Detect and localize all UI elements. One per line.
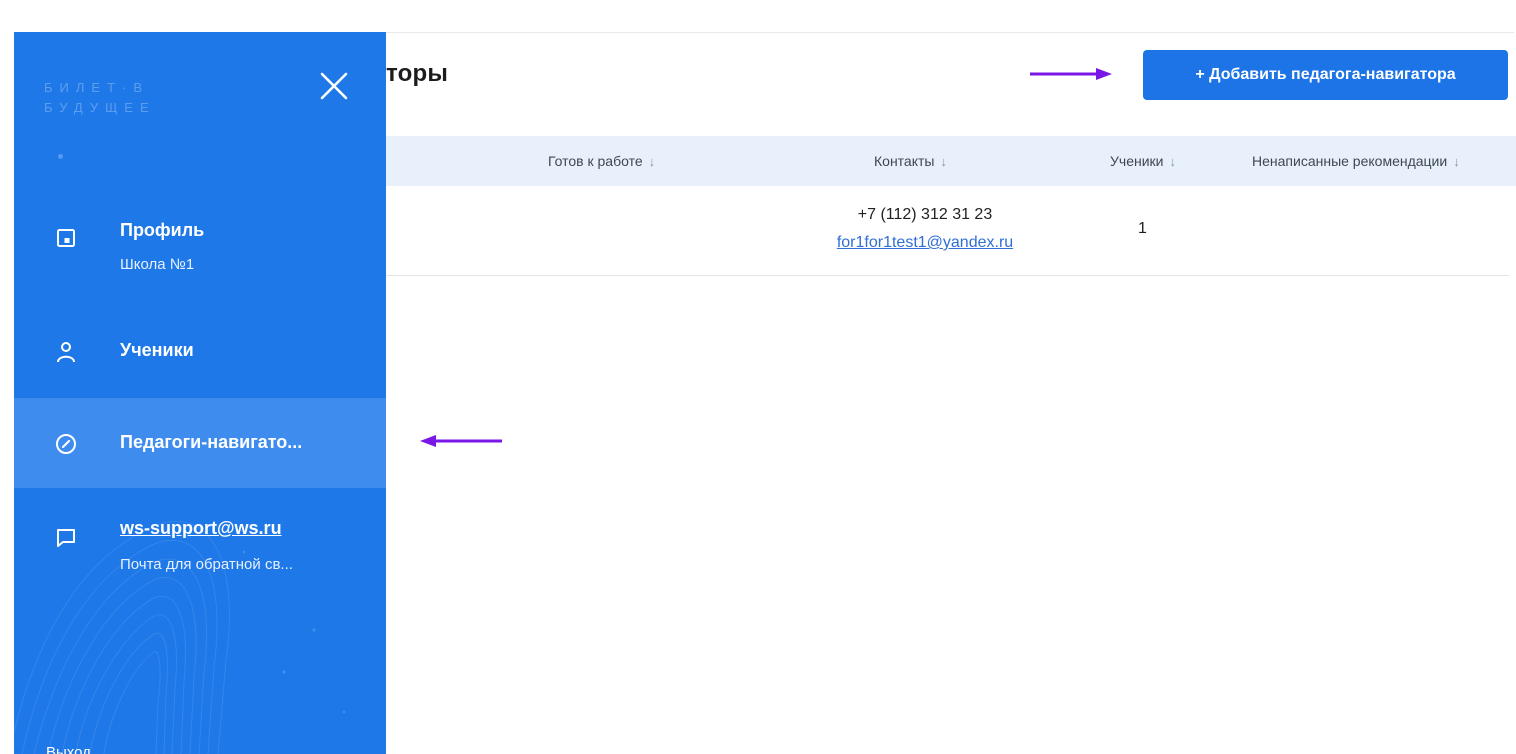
sidebar-item-navigators[interactable]: Педагоги-навигато...	[14, 398, 386, 488]
close-icon[interactable]	[316, 68, 352, 104]
user-icon	[57, 342, 75, 363]
sidebar-item-students[interactable]: Ученики	[14, 304, 386, 394]
students-count: 1	[1138, 220, 1147, 237]
annotation-arrow-right	[1030, 68, 1112, 80]
support-email-link[interactable]: ws-support@ws.ru	[120, 518, 282, 539]
sidebar-item-label: Ученики	[120, 340, 194, 360]
sort-arrow-icon: ↓	[940, 154, 947, 169]
logo: БИЛЕТ·В БУДУЩЕЕ	[44, 80, 156, 115]
column-ready[interactable]: Готов к работе ↓	[548, 136, 655, 186]
add-navigator-button[interactable]: + Добавить педагога-навигатора	[1143, 50, 1508, 100]
column-contacts[interactable]: Контакты ↓	[874, 136, 947, 186]
column-unwritten-recommendations[interactable]: Ненаписанные рекомендации ↓	[1252, 136, 1460, 186]
column-students[interactable]: Ученики ↓	[1110, 136, 1176, 186]
sort-arrow-icon: ↓	[648, 154, 656, 169]
logo-dot	[58, 154, 63, 159]
sidebar-item-sublabel: Школа №1	[120, 256, 195, 273]
annotation-arrow-left	[420, 435, 502, 447]
sidebar-item-sublabel: Почта для обратной св...	[120, 556, 293, 573]
sidebar-menu: БИЛЕТ·В БУДУЩЕЕ Профиль Школа №1 Ученики…	[14, 32, 386, 754]
sidebar-item-label: Педагоги-навигато...	[120, 432, 303, 452]
logout-link[interactable]: Выход	[46, 744, 91, 754]
table-row[interactable]: +7 (112) 312 31 23 for1for1test1@yandex.…	[386, 186, 1509, 276]
sidebar-item-profile[interactable]: Профиль Школа №1	[14, 182, 386, 282]
contact-phone: +7 (112) 312 31 23	[857, 206, 993, 223]
sidebar-item-support[interactable]: ws-support@ws.ru Почта для обратной св..…	[14, 488, 386, 598]
table-header: Готов к работе ↓ Контакты ↓ Ученики ↓ Ненап…	[386, 136, 1516, 186]
sidebar-item-label: Профиль	[120, 220, 205, 240]
sort-arrow-icon: ↓	[1169, 154, 1176, 169]
profile-icon	[57, 229, 75, 247]
chat-icon	[57, 529, 75, 547]
compass-icon	[56, 434, 76, 454]
sort-arrow-icon: ↓	[1453, 154, 1460, 169]
page-title: торы	[386, 60, 449, 87]
contact-email-link[interactable]: for1for1test1@yandex.ru	[815, 234, 1035, 252]
